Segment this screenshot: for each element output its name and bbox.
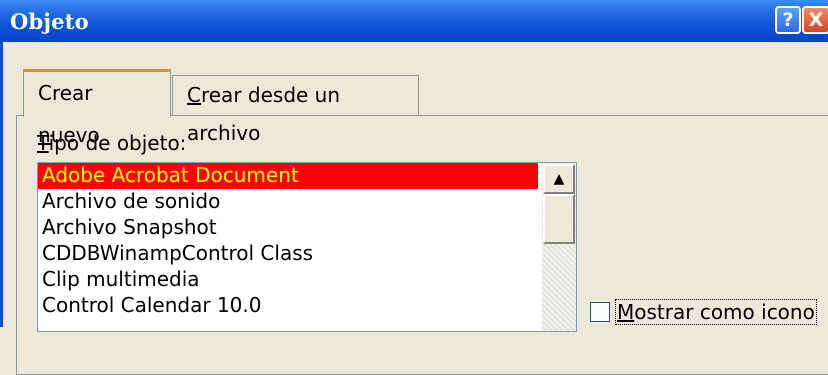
list-item[interactable]: CDDBWinampControl Class [38,241,576,267]
close-icon: X [808,9,824,31]
listbox-scrollbar[interactable]: ▲ [542,163,576,331]
title-bar: Objeto ? X [0,0,828,42]
list-item[interactable]: Control Calendar 10.0 [38,293,576,319]
list-item[interactable]: Archivo de sonido [38,189,576,215]
list-item[interactable]: Clip multimedia [38,267,576,293]
close-button[interactable]: X [802,6,828,34]
list-item[interactable]: Archivo Snapshot [38,215,576,241]
object-type-listbox[interactable]: Adobe Acrobat Document Archivo de sonido… [37,162,577,332]
display-as-icon-option[interactable]: Mostrar como icono [590,299,817,325]
list-item[interactable]: Adobe Acrobat Document [38,163,538,189]
window-title: Objeto [10,9,89,34]
tab-crear-desde-archivo[interactable]: Crear desde un archivo [172,75,419,145]
help-button[interactable]: ? [775,6,801,34]
tab-crear-nuevo-label: Crear nuevo [38,81,100,147]
tab-crear-nuevo[interactable]: Crear nuevo [23,69,171,147]
display-as-icon-label: Mostrar como icono [615,299,817,325]
display-as-icon-checkbox[interactable] [590,302,610,322]
scroll-up-button[interactable]: ▲ [543,164,575,194]
help-icon: ? [782,9,794,31]
scroll-thumb[interactable] [543,194,575,244]
arrow-up-icon: ▲ [553,171,565,187]
